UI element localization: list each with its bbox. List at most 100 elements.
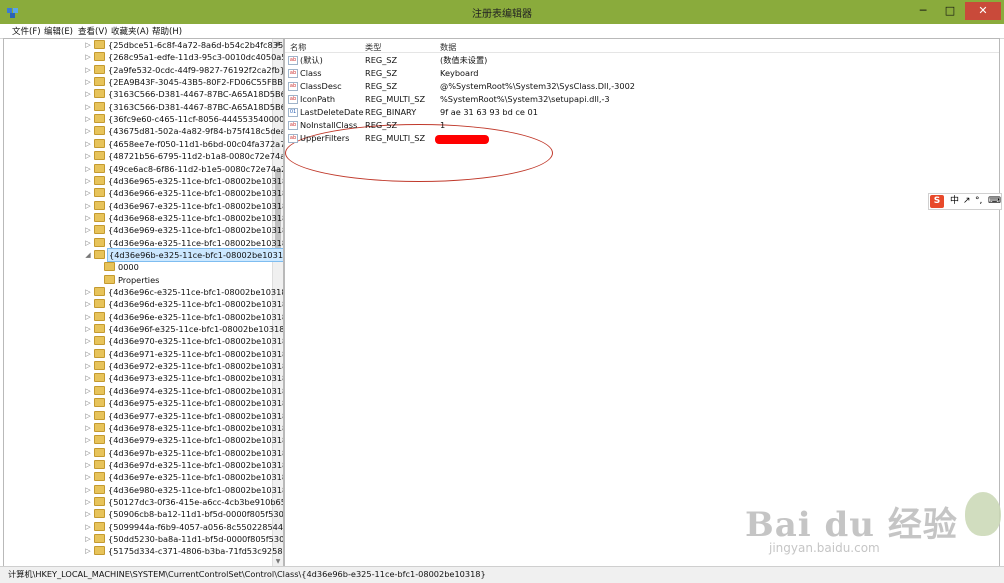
registry-value-row[interactable]: ab ClassDesc REG_SZ @%SystemRoot%\System32\… xyxy=(285,80,999,93)
expand-arrow-icon[interactable]: ▷ xyxy=(84,175,92,187)
tree-key[interactable]: ▷ {4d36e975-e325-11ce-bfc1-08002be10318} xyxy=(84,397,283,409)
expand-arrow-icon[interactable]: ▷ xyxy=(84,150,92,162)
expand-arrow-icon[interactable]: ▷ xyxy=(84,187,92,199)
tree-key[interactable]: ▷ {2a9fe532-0cdc-44f9-9827-76192f2ca2fb} xyxy=(84,64,283,76)
tree-key[interactable]: ▷ {36fc9e60-c465-11cf-8056-444553540000} xyxy=(84,113,283,125)
tree-key[interactable]: ▷ {4d36e972-e325-11ce-bfc1-08002be10318} xyxy=(84,360,283,372)
expand-arrow-icon[interactable]: ▷ xyxy=(84,113,92,125)
tree-key[interactable]: ▷ {43675d81-502a-4a82-9f84-b75f418c5dea} xyxy=(84,125,283,137)
tree-key[interactable]: ▷ {4d36e967-e325-11ce-bfc1-08002be10318} xyxy=(84,200,283,212)
expand-arrow-icon[interactable]: ▷ xyxy=(84,447,92,459)
expanded-arrow-icon[interactable]: ◢ xyxy=(84,249,92,261)
ime-moon-icon[interactable]: ↗ xyxy=(963,195,971,208)
expand-arrow-icon[interactable]: ▷ xyxy=(84,372,92,384)
tree-key[interactable]: ▷ {50127dc3-0f36-415e-a6cc-4cb3be910b65} xyxy=(84,496,283,508)
tree-key[interactable]: ▷ {3163C566-D381-4467-87BC-A65A18D5B649} xyxy=(84,101,283,113)
tree-key[interactable]: ▷ {4d36e968-e325-11ce-bfc1-08002be10318} xyxy=(84,212,283,224)
expand-arrow-icon[interactable]: ▷ xyxy=(84,496,92,508)
menu-file[interactable]: 文件(F) xyxy=(12,25,41,37)
expand-arrow-icon[interactable]: ▷ xyxy=(84,545,92,557)
tree-key[interactable]: ▷ {2EA9B43F-3045-43B5-80F2-FD06C55FBB90} xyxy=(84,76,283,88)
expand-arrow-icon[interactable]: ▷ xyxy=(84,76,92,88)
tree-key[interactable]: ▷ {4d36e96d-e325-11ce-bfc1-08002be10318} xyxy=(84,298,283,310)
ime-punct-icon[interactable]: °, xyxy=(975,195,982,208)
tree-subkey[interactable]: 0000 xyxy=(94,261,264,273)
expand-arrow-icon[interactable]: ▷ xyxy=(84,200,92,212)
expand-arrow-icon[interactable]: ▷ xyxy=(84,138,92,150)
tree-key[interactable]: ▷ {4d36e977-e325-11ce-bfc1-08002be10318} xyxy=(84,410,283,422)
ime-keyboard-icon[interactable]: ⌨ xyxy=(988,195,1001,208)
tree-subkey[interactable]: Properties xyxy=(94,274,264,286)
expand-arrow-icon[interactable]: ▷ xyxy=(84,410,92,422)
close-button[interactable]: ✕ xyxy=(965,2,1001,20)
tree-key[interactable]: ▷ {4d36e965-e325-11ce-bfc1-08002be10318} xyxy=(84,175,283,187)
expand-arrow-icon[interactable]: ▷ xyxy=(84,533,92,545)
tree-key[interactable]: ▷ {4d36e978-e325-11ce-bfc1-08002be10318} xyxy=(84,422,283,434)
expand-arrow-icon[interactable]: ▷ xyxy=(84,224,92,236)
minimize-button[interactable]: ─ xyxy=(910,2,936,20)
tree-key[interactable]: ▷ {4d36e973-e325-11ce-bfc1-08002be10318} xyxy=(84,372,283,384)
tree-key[interactable]: ▷ {3163C566-D381-4467-87BC-A65A18D5B648} xyxy=(84,88,283,100)
tree-key[interactable]: ▷ {4d36e969-e325-11ce-bfc1-08002be10318} xyxy=(84,224,283,236)
ime-toolbar[interactable]: S 中 ↗ °, ⌨ xyxy=(928,193,1002,210)
expand-arrow-icon[interactable]: ▷ xyxy=(84,39,92,51)
expand-arrow-icon[interactable]: ▷ xyxy=(84,323,92,335)
registry-value-row[interactable]: ab IconPath REG_MULTI_SZ %SystemRoot%\Syste… xyxy=(285,93,999,106)
expand-arrow-icon[interactable]: ▷ xyxy=(84,397,92,409)
tree-key[interactable]: ▷ {4d36e97d-e325-11ce-bfc1-08002be10318} xyxy=(84,459,283,471)
registry-value-row[interactable]: ab Class REG_SZ Keyboard xyxy=(285,67,999,80)
expand-arrow-icon[interactable]: ▷ xyxy=(84,434,92,446)
expand-arrow-icon[interactable]: ▷ xyxy=(84,212,92,224)
tree-key[interactable]: ▷ {5175d334-c371-4806-b3ba-71fd53c9258d} xyxy=(84,545,283,557)
tree-key[interactable]: ▷ {4d36e966-e325-11ce-bfc1-08002be10318} xyxy=(84,187,283,199)
registry-value-row[interactable]: ab (默认) REG_SZ (数值未设置) xyxy=(285,54,999,67)
expand-arrow-icon[interactable]: ▷ xyxy=(84,335,92,347)
tree-key[interactable]: ▷ {50dd5230-ba8a-11d1-bf5d-0000f805f530} xyxy=(84,533,283,545)
sogou-logo-icon[interactable]: S xyxy=(930,195,944,208)
expand-arrow-icon[interactable]: ▷ xyxy=(84,360,92,372)
tree-key[interactable]: ▷ {4d36e979-e325-11ce-bfc1-08002be10318} xyxy=(84,434,283,446)
registry-tree[interactable]: ▲ ▼ ▷ {25dbce51-6c8f-4a72-8a6d-b54c2b4fc8… xyxy=(3,38,284,568)
tree-key[interactable]: ▷ {25dbce51-6c8f-4a72-8a6d-b54c2b4fc835} xyxy=(84,39,283,51)
tree-key[interactable]: ▷ {4d36e96e-e325-11ce-bfc1-08002be10318} xyxy=(84,311,283,323)
registry-value-row[interactable]: 01 LastDeleteDate REG_BINARY 9f ae 31 63 93… xyxy=(285,106,999,119)
tree-key[interactable]: ▷ {4d36e974-e325-11ce-bfc1-08002be10318} xyxy=(84,385,283,397)
tree-key[interactable]: ▷ {4d36e970-e325-11ce-bfc1-08002be10318} xyxy=(84,335,283,347)
tree-key[interactable]: ▷ {5099944a-f6b9-4057-a056-8c550228544c} xyxy=(84,521,283,533)
expand-arrow-icon[interactable]: ▷ xyxy=(84,88,92,100)
expand-arrow-icon[interactable]: ▷ xyxy=(84,348,92,360)
menu-help[interactable]: 帮助(H) xyxy=(152,25,182,37)
tree-key[interactable]: ▷ {268c95a1-edfe-11d3-95c3-0010dc4050a5} xyxy=(84,51,283,63)
tree-key[interactable]: ◢ {4d36e96b-e325-11ce-bfc1-08002be10318} xyxy=(84,247,283,262)
registry-value-row[interactable]: ab NoInstallClass REG_SZ 1 xyxy=(285,119,999,132)
ime-mode-chinese[interactable]: 中 xyxy=(950,195,959,208)
tree-key[interactable]: ▷ {4d36e97e-e325-11ce-bfc1-08002be10318} xyxy=(84,471,283,483)
expand-arrow-icon[interactable]: ▷ xyxy=(84,484,92,496)
expand-arrow-icon[interactable]: ▷ xyxy=(84,459,92,471)
expand-arrow-icon[interactable]: ▷ xyxy=(84,422,92,434)
expand-arrow-icon[interactable]: ▷ xyxy=(84,471,92,483)
expand-arrow-icon[interactable]: ▷ xyxy=(84,298,92,310)
menu-favorites[interactable]: 收藏夹(A) xyxy=(111,25,149,37)
expand-arrow-icon[interactable]: ▷ xyxy=(84,101,92,113)
menu-edit[interactable]: 编辑(E) xyxy=(44,25,73,37)
values-list[interactable]: 名称 类型 数据 ab (默认) REG_SZ (数值未设置) ab Class REG_S… xyxy=(284,38,1000,568)
expand-arrow-icon[interactable]: ▷ xyxy=(84,64,92,76)
tree-key[interactable]: ▷ {4658ee7e-f050-11d1-b6bd-00c04fa372a7} xyxy=(84,138,283,150)
tree-key[interactable]: ▷ {4d36e97b-e325-11ce-bfc1-08002be10318} xyxy=(84,447,283,459)
expand-arrow-icon[interactable]: ▷ xyxy=(84,385,92,397)
tree-key[interactable]: ▷ {4d36e96a-e325-11ce-bfc1-08002be10318} xyxy=(84,237,283,249)
tree-key[interactable]: ▷ {4d36e96f-e325-11ce-bfc1-08002be10318} xyxy=(84,323,283,335)
expand-arrow-icon[interactable]: ▷ xyxy=(84,237,92,249)
tree-key[interactable]: ▷ {4d36e971-e325-11ce-bfc1-08002be10318} xyxy=(84,348,283,360)
registry-value-row[interactable]: ab UpperFilters REG_MULTI_SZ xyxy=(285,132,999,145)
menu-view[interactable]: 查看(V) xyxy=(78,25,107,37)
expand-arrow-icon[interactable]: ▷ xyxy=(84,286,92,298)
restore-button[interactable]: □ xyxy=(937,2,963,20)
tree-key[interactable]: ▷ {50906cb8-ba12-11d1-bf5d-0000f805f530} xyxy=(84,508,283,520)
expand-arrow-icon[interactable]: ▷ xyxy=(84,311,92,323)
expand-arrow-icon[interactable]: ▷ xyxy=(84,163,92,175)
tree-key[interactable]: ▷ {49ce6ac8-6f86-11d2-b1e5-0080c72e74a2} xyxy=(84,163,283,175)
expand-arrow-icon[interactable]: ▷ xyxy=(84,521,92,533)
expand-arrow-icon[interactable]: ▷ xyxy=(84,508,92,520)
